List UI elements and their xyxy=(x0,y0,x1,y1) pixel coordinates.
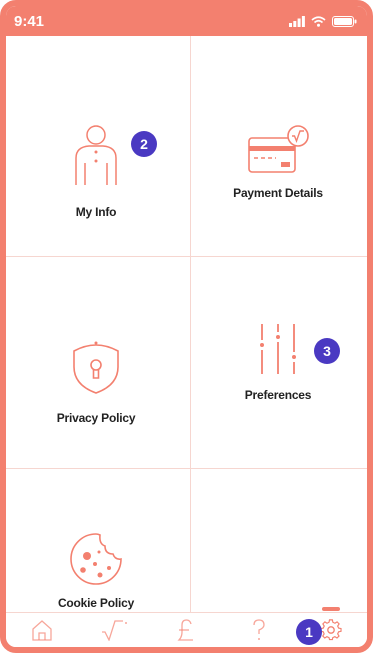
tile-cookie-policy[interactable]: Cookie Policy xyxy=(6,472,186,612)
sliders-icon xyxy=(260,324,296,374)
battery-icon xyxy=(332,15,357,27)
sqrt-icon xyxy=(102,620,128,641)
tab-help[interactable] xyxy=(223,613,295,648)
status-time: 9:41 xyxy=(14,12,45,30)
help-icon xyxy=(253,619,265,640)
status-icons xyxy=(289,15,357,27)
annotation-badge-1: 1 xyxy=(296,619,322,645)
tile-label-payment-details: Payment Details xyxy=(233,186,323,200)
status-bar: 9:41 xyxy=(6,6,367,36)
tile-label-cookie-policy: Cookie Policy xyxy=(57,596,135,610)
phone-frame: 9:41 My Info Payment Details Privacy Pol… xyxy=(0,0,373,653)
tile-preferences[interactable]: Preferences xyxy=(188,256,367,468)
tab-calculations[interactable] xyxy=(78,613,150,648)
annotation-badge-2: 2 xyxy=(131,131,157,157)
wifi-icon xyxy=(311,15,326,27)
tile-label-privacy-policy: Privacy Policy xyxy=(56,411,136,425)
person-icon xyxy=(75,125,117,185)
tile-label-my-info: My Info xyxy=(75,205,117,219)
tab-payments[interactable] xyxy=(150,613,222,648)
home-icon xyxy=(32,620,52,641)
tile-label-preferences: Preferences xyxy=(244,388,312,402)
active-tab-indicator xyxy=(321,606,340,611)
pound-icon xyxy=(177,619,194,641)
tab-bar: 1 xyxy=(6,606,367,648)
settings-grid: My Info Payment Details Privacy Policy P… xyxy=(6,36,367,612)
cookie-icon xyxy=(70,533,122,585)
tile-payment-details[interactable]: Payment Details xyxy=(188,56,367,268)
tile-my-info[interactable]: My Info xyxy=(6,66,186,278)
credit-card-icon xyxy=(248,125,309,173)
annotation-badge-3: 3 xyxy=(314,338,340,364)
signal-icon xyxy=(289,15,305,27)
tab-home[interactable] xyxy=(6,613,78,648)
shield-lock-icon xyxy=(73,341,119,394)
tile-privacy-policy[interactable]: Privacy Policy xyxy=(6,276,186,488)
settings-icon xyxy=(320,619,342,641)
